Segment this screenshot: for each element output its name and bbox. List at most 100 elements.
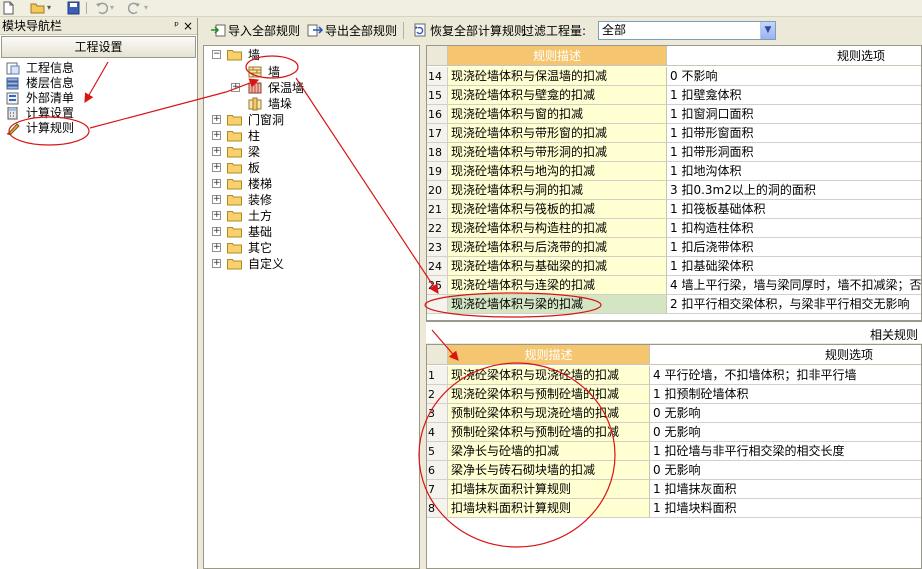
table-row[interactable]: 7 扣墙抹灰面积计算规则 1 扣墙抹灰面积: [427, 480, 921, 499]
collapse-icon[interactable]: −: [212, 50, 221, 59]
rule-option-cell[interactable]: 1 扣壁龛体积: [667, 86, 921, 105]
expand-icon[interactable]: +: [212, 243, 221, 252]
chevron-down-icon[interactable]: ▼: [760, 22, 775, 39]
rule-description-cell[interactable]: 梁净长与砖石砌块墙的扣减: [448, 461, 650, 480]
rule-option-cell[interactable]: 1 扣带形洞面积: [667, 143, 921, 162]
rule-option-cell[interactable]: 1 扣窗洞口面积: [667, 105, 921, 124]
tree-node-group[interactable]: + 楼梯: [212, 176, 412, 192]
rule-description-cell[interactable]: 现浇砼墙体积与窗的扣减: [448, 105, 667, 124]
table-row[interactable]: 22 现浇砼墙体积与构造柱的扣减 1 扣构造柱体积: [427, 219, 921, 238]
nav-item-external-list[interactable]: 外部清单: [0, 91, 197, 106]
table-row[interactable]: 现浇砼墙体积与梁的扣减 2 扣平行相交梁体积，与梁非平行相交无影响: [427, 295, 921, 314]
nav-item-calc-rules[interactable]: 计算规则: [0, 121, 197, 136]
open-folder-icon[interactable]: [30, 1, 46, 15]
column-header-option[interactable]: 规则选项: [667, 46, 921, 66]
rule-option-cell[interactable]: 1 扣砼墙与非平行相交梁的相交长度: [650, 442, 921, 461]
tree-node-group[interactable]: + 装修: [212, 192, 412, 208]
table-row[interactable]: 25 现浇砼墙体积与连梁的扣减 4 墙上平行梁，墙与梁同厚时，墙不扣减梁；否: [427, 276, 921, 295]
rule-description-cell[interactable]: 现浇砼墙体积与带形洞的扣减: [448, 143, 667, 162]
open-dropdown-icon[interactable]: ▾: [47, 3, 51, 12]
table-row[interactable]: 8 扣墙块料面积计算规则 1 扣墙块料面积: [427, 499, 921, 518]
rule-description-cell[interactable]: 现浇砼墙体积与构造柱的扣减: [448, 219, 667, 238]
expand-icon[interactable]: +: [212, 195, 221, 204]
nav-item-floor-info[interactable]: 楼层信息: [0, 76, 197, 91]
table-row[interactable]: 19 现浇砼墙体积与地沟的扣减 1 扣地沟体积: [427, 162, 921, 181]
table-row[interactable]: 17 现浇砼墙体积与带形窗的扣减 1 扣带形窗面积: [427, 124, 921, 143]
table-row[interactable]: 2 现浇砼梁体积与预制砼墙的扣减 1 扣预制砼墙体积: [427, 385, 921, 404]
rule-description-cell[interactable]: 现浇砼墙体积与壁龛的扣减: [448, 86, 667, 105]
rule-option-cell[interactable]: 4 墙上平行梁，墙与梁同厚时，墙不扣减梁；否: [667, 276, 921, 295]
column-header-description[interactable]: 规则描述: [448, 46, 667, 66]
rule-option-cell[interactable]: 1 扣预制砼墙体积: [650, 385, 921, 404]
rule-description-cell[interactable]: 梁净长与砼墙的扣减: [448, 442, 650, 461]
rule-option-cell[interactable]: 1 扣筏板基础体积: [667, 200, 921, 219]
rule-description-cell[interactable]: 现浇砼墙体积与带形窗的扣减: [448, 124, 667, 143]
rule-option-cell[interactable]: 1 扣墙抹灰面积: [650, 480, 921, 499]
tree-node-group[interactable]: + 自定义: [212, 256, 412, 272]
rule-description-cell[interactable]: 现浇砼墙体积与基础梁的扣减: [448, 257, 667, 276]
redo-icon[interactable]: [128, 1, 141, 15]
table-row[interactable]: 23 现浇砼墙体积与后浇带的扣减 1 扣后浇带体积: [427, 238, 921, 257]
rule-option-cell[interactable]: 1 扣地沟体积: [667, 162, 921, 181]
rule-description-cell[interactable]: 扣墙块料面积计算规则: [448, 499, 650, 518]
expand-icon[interactable]: +: [212, 147, 221, 156]
nav-item-project-info[interactable]: 工程信息: [0, 61, 197, 76]
table-row[interactable]: 1 现浇砼梁体积与现浇砼墙的扣减 4 平行砼墙，不扣墙体积；扣非平行墙: [427, 366, 921, 385]
pin-icon[interactable]: ᵖ: [174, 18, 179, 34]
expand-icon[interactable]: +: [212, 163, 221, 172]
table-row[interactable]: 14 现浇砼墙体积与保温墙的扣减 0 不影响: [427, 67, 921, 86]
rule-option-cell[interactable]: 2 扣平行相交梁体积，与梁非平行相交无影响: [667, 295, 921, 314]
tree-node-group[interactable]: + 梁: [212, 144, 412, 160]
expand-icon[interactable]: +: [212, 131, 221, 140]
tree-node-wall[interactable]: 墙: [248, 64, 408, 80]
rule-description-cell[interactable]: 现浇砼墙体积与洞的扣减: [448, 181, 667, 200]
project-settings-button[interactable]: 工程设置: [1, 36, 196, 58]
tree-node-group[interactable]: + 土方: [212, 208, 412, 224]
expand-icon[interactable]: +: [212, 227, 221, 236]
expand-icon[interactable]: +: [212, 211, 221, 220]
table-row[interactable]: 24 现浇砼墙体积与基础梁的扣减 1 扣基础梁体积: [427, 257, 921, 276]
rule-description-cell[interactable]: 现浇砼墙体积与筏板的扣减: [448, 200, 667, 219]
export-all-rules-button[interactable]: 导出全部规则: [307, 22, 397, 40]
rule-description-cell[interactable]: 扣墙抹灰面积计算规则: [448, 480, 650, 499]
rule-option-cell[interactable]: 4 平行砼墙，不扣墙体积；扣非平行墙: [650, 366, 921, 385]
table-row[interactable]: 15 现浇砼墙体积与壁龛的扣减 1 扣壁龛体积: [427, 86, 921, 105]
tree-node-group[interactable]: + 其它: [212, 240, 412, 256]
redo-dropdown-icon[interactable]: ▾: [144, 3, 148, 12]
rule-option-cell[interactable]: 0 无影响: [650, 423, 921, 442]
close-icon[interactable]: ×: [183, 18, 193, 34]
rule-description-cell[interactable]: 现浇砼墙体积与后浇带的扣减: [448, 238, 667, 257]
import-all-rules-button[interactable]: 导入全部规则: [210, 22, 300, 40]
rule-description-cell[interactable]: 预制砼梁体积与现浇砼墙的扣减: [448, 404, 650, 423]
rule-description-cell[interactable]: 现浇砼墙体积与梁的扣减: [448, 295, 667, 314]
filter-select[interactable]: 全部 ▼: [598, 21, 776, 40]
table-row[interactable]: 21 现浇砼墙体积与筏板的扣减 1 扣筏板基础体积: [427, 200, 921, 219]
table-row[interactable]: 5 梁净长与砼墙的扣减 1 扣砼墙与非平行相交梁的相交长度: [427, 442, 921, 461]
rule-description-cell[interactable]: 现浇砼墙体积与地沟的扣减: [448, 162, 667, 181]
column-header-description[interactable]: 规则描述: [448, 345, 650, 365]
rule-description-cell[interactable]: 现浇砼墙体积与连梁的扣减: [448, 276, 667, 295]
rule-option-cell[interactable]: 0 无影响: [650, 404, 921, 423]
tree-node-group[interactable]: + 门窗洞: [212, 112, 412, 128]
table-row[interactable]: 20 现浇砼墙体积与洞的扣减 3 扣0.3m2以上的洞的面积: [427, 181, 921, 200]
rule-option-cell[interactable]: 1 扣基础梁体积: [667, 257, 921, 276]
rule-option-cell[interactable]: 0 无影响: [650, 461, 921, 480]
table-row[interactable]: 4 预制砼梁体积与预制砼墙的扣减 0 无影响: [427, 423, 921, 442]
tree-node-wall-root[interactable]: − 墙: [212, 47, 412, 63]
undo-dropdown-icon[interactable]: ▾: [110, 3, 114, 12]
rule-option-cell[interactable]: 0 不影响: [667, 67, 921, 86]
rule-option-cell[interactable]: 1 扣带形窗面积: [667, 124, 921, 143]
table-row[interactable]: 6 梁净长与砖石砌块墙的扣减 0 无影响: [427, 461, 921, 480]
tree-node-group[interactable]: + 板: [212, 160, 412, 176]
save-icon[interactable]: [67, 1, 80, 15]
table-row[interactable]: 16 现浇砼墙体积与窗的扣减 1 扣窗洞口面积: [427, 105, 921, 124]
rule-option-cell[interactable]: 3 扣0.3m2以上的洞的面积: [667, 181, 921, 200]
rule-option-cell[interactable]: 1 扣后浇带体积: [667, 238, 921, 257]
table-row[interactable]: 3 预制砼梁体积与现浇砼墙的扣减 0 无影响: [427, 404, 921, 423]
rule-description-cell[interactable]: 现浇砼梁体积与现浇砼墙的扣减: [448, 366, 650, 385]
expand-icon[interactable]: +: [212, 179, 221, 188]
rule-description-cell[interactable]: 现浇砼梁体积与预制砼墙的扣减: [448, 385, 650, 404]
undo-icon[interactable]: [95, 1, 108, 15]
tree-node-group[interactable]: + 基础: [212, 224, 412, 240]
rule-description-cell[interactable]: 现浇砼墙体积与保温墙的扣减: [448, 67, 667, 86]
